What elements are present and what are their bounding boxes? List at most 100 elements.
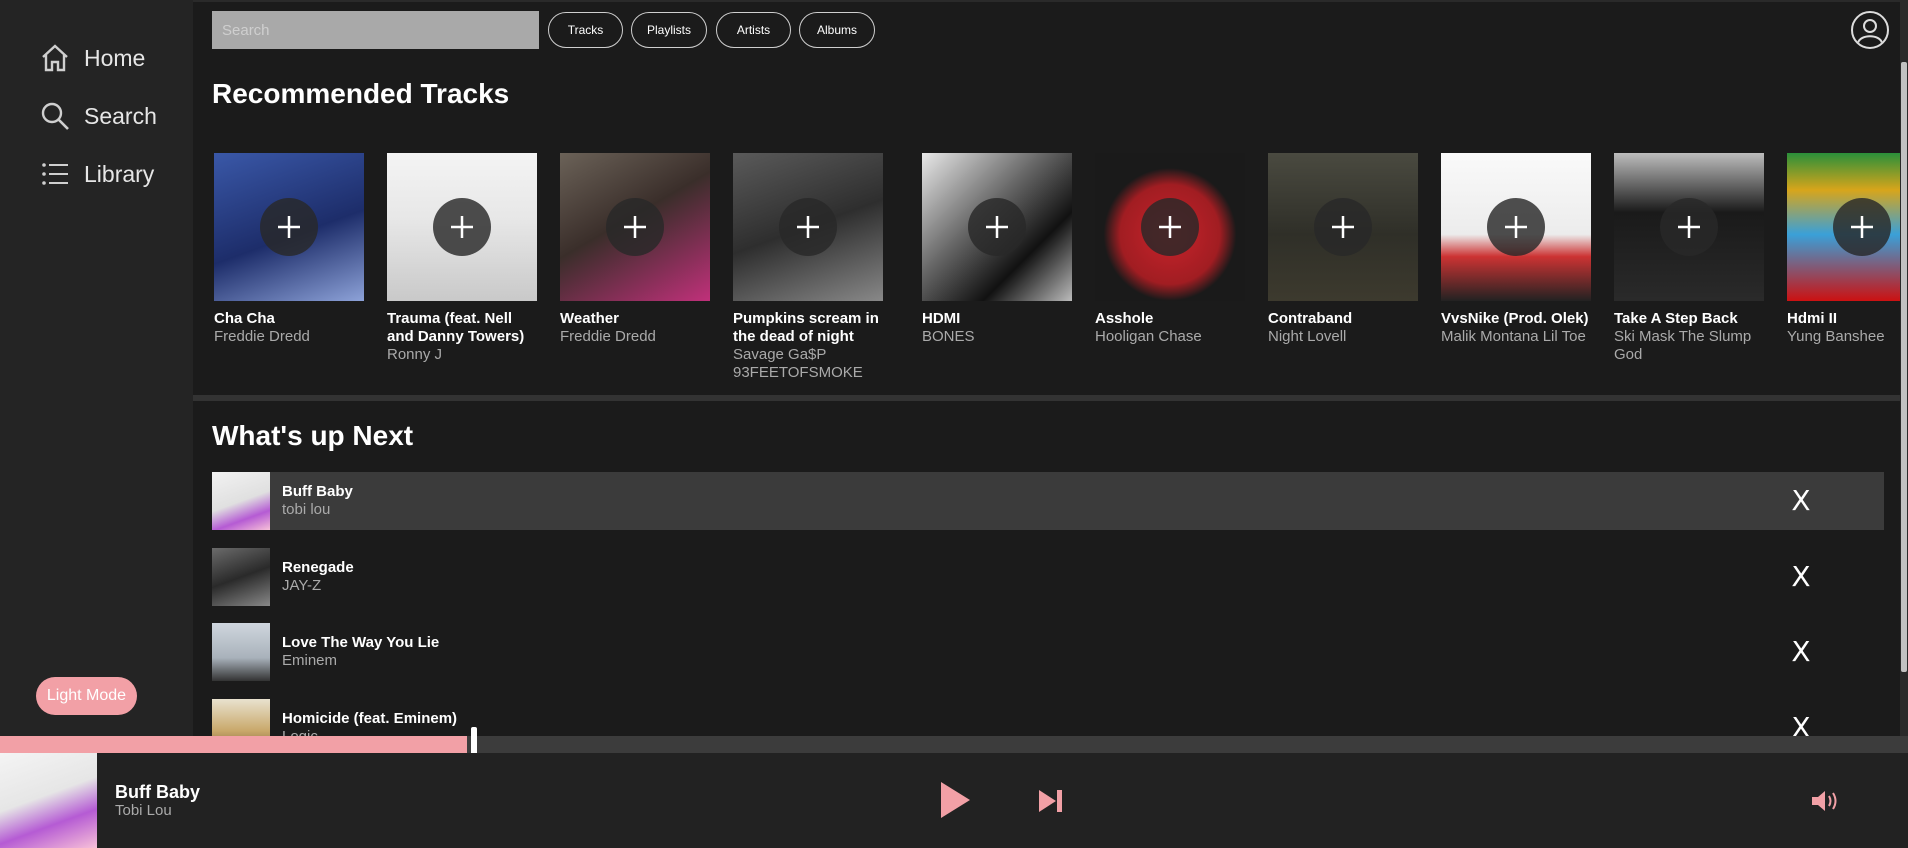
remove-button[interactable]: X	[1786, 633, 1816, 669]
album-cover	[214, 153, 364, 301]
home-icon	[38, 41, 72, 75]
now-playing-title: Buff Baby	[115, 782, 200, 802]
track-card[interactable]: Asshole Hooligan Chase	[1095, 153, 1245, 346]
recommended-tracks-list: Cha Cha Freddie Dredd Trauma (feat. Nell…	[214, 153, 1904, 393]
sidebar-item-search[interactable]: Search	[38, 96, 157, 136]
album-cover	[212, 548, 270, 606]
play-icon	[941, 782, 970, 818]
album-cover	[560, 153, 710, 301]
track-title: Hdmi II	[1787, 310, 1838, 327]
section-divider	[193, 395, 1908, 401]
track-artist: Yung Banshee	[1787, 328, 1885, 345]
remove-button[interactable]: X	[1786, 482, 1816, 518]
track-artist: Malik Montana Lil Toe	[1441, 328, 1586, 345]
add-icon[interactable]	[779, 198, 837, 256]
sidebar-item-library[interactable]: Library	[38, 154, 154, 194]
track-title: HDMI	[922, 310, 961, 327]
album-cover	[1095, 153, 1245, 301]
sidebar: Home Search Library Light Mode	[0, 0, 193, 740]
track-artist: Freddie Dredd	[214, 328, 310, 345]
album-cover	[1614, 153, 1764, 301]
track-card[interactable]: Weather Freddie Dredd	[560, 153, 710, 346]
filter-playlists-button[interactable]: Playlists	[631, 12, 707, 48]
remove-button[interactable]: X	[1786, 558, 1816, 594]
album-cover	[1268, 153, 1418, 301]
album-cover	[1441, 153, 1591, 301]
search-icon	[38, 99, 72, 133]
track-card[interactable]: Contraband Night Lovell	[1268, 153, 1418, 346]
filter-albums-button[interactable]: Albums	[799, 12, 875, 48]
filter-artists-button[interactable]: Artists	[716, 12, 791, 48]
track-artist: BONES	[922, 328, 975, 345]
track-artist: Hooligan Chase	[1095, 328, 1202, 345]
track-card[interactable]: VvsNike (Prod. Olek) Malik Montana Lil T…	[1441, 153, 1591, 346]
filter-tracks-button[interactable]: Tracks	[548, 12, 623, 48]
next-button[interactable]	[1037, 788, 1065, 814]
now-playing-artist: Tobi Lou	[115, 802, 172, 819]
track-title: Trauma (feat. Nell and Danny Towers)	[387, 310, 525, 345]
track-title: Asshole	[1095, 310, 1154, 327]
track-card[interactable]: Cha Cha Freddie Dredd	[214, 153, 364, 346]
album-cover	[922, 153, 1072, 301]
album-cover	[733, 153, 883, 301]
album-cover	[387, 153, 537, 301]
track-artist: Freddie Dredd	[560, 328, 656, 345]
add-icon[interactable]	[1660, 198, 1718, 256]
album-cover	[212, 623, 270, 681]
profile-button[interactable]	[1851, 11, 1889, 49]
track-card[interactable]: Take A Step Back Ski Mask The Slump God	[1614, 153, 1764, 364]
track-artist: Savage Ga$P 93FEETOFSMOKE	[733, 346, 863, 381]
add-icon[interactable]	[1314, 198, 1372, 256]
user-icon	[1857, 19, 1883, 44]
track-artist: Ski Mask The Slump God	[1614, 328, 1752, 363]
list-item[interactable]: Buff Baby tobi lou X	[212, 472, 1884, 530]
sidebar-item-label: Library	[84, 160, 155, 187]
track-title: Cha Cha	[214, 310, 275, 327]
track-artist: Ronny J	[387, 346, 443, 363]
skip-next-icon	[1039, 790, 1062, 812]
track-title: Take A Step Back	[1614, 310, 1738, 327]
track-title: VvsNike (Prod. Olek)	[1441, 310, 1589, 327]
add-icon[interactable]	[1487, 198, 1545, 256]
add-icon[interactable]	[433, 198, 491, 256]
now-playing-cover	[0, 753, 97, 848]
add-icon[interactable]	[1141, 198, 1199, 256]
list-item[interactable]: Love The Way You Lie Eminem X	[212, 623, 1884, 681]
play-button[interactable]	[937, 779, 973, 821]
section-title-recommended: Recommended Tracks	[212, 78, 510, 109]
album-cover	[1787, 153, 1904, 301]
track-title: Contraband	[1268, 310, 1353, 327]
track-title: Weather	[560, 310, 619, 327]
track-artist: Night Lovell	[1268, 328, 1347, 345]
queue-track-artist: Eminem	[282, 652, 338, 669]
track-title: Pumpkins scream in the dead of night	[733, 310, 879, 345]
divider	[193, 0, 1908, 2]
volume-button[interactable]	[1810, 787, 1842, 815]
queue-track-title: Buff Baby	[282, 483, 353, 500]
queue-track-title: Renegade	[282, 559, 354, 576]
sidebar-item-label: Home	[84, 44, 146, 71]
light-mode-button[interactable]: Light Mode	[36, 677, 137, 715]
add-icon[interactable]	[606, 198, 664, 256]
progress-fill	[0, 736, 467, 753]
queue-track-artist: tobi lou	[282, 501, 331, 518]
list-icon	[38, 157, 72, 191]
volume-icon	[1812, 791, 1837, 811]
sidebar-item-label: Search	[84, 102, 157, 129]
track-card[interactable]: Trauma (feat. Nell and Danny Towers) Ron…	[387, 153, 537, 364]
track-card[interactable]: Pumpkins scream in the dead of night Sav…	[733, 153, 883, 382]
add-icon[interactable]	[260, 198, 318, 256]
add-icon[interactable]	[1833, 198, 1891, 256]
track-card[interactable]: HDMI BONES	[922, 153, 1072, 346]
queue-track-title: Homicide (feat. Eminem)	[282, 710, 458, 727]
list-item[interactable]: Renegade JAY-Z X	[212, 548, 1884, 606]
scrollbar-thumb[interactable]	[1901, 62, 1907, 672]
queue-track-artist: JAY-Z	[282, 577, 322, 594]
sidebar-item-home[interactable]: Home	[38, 38, 145, 78]
section-title-up-next: What's up Next	[212, 420, 414, 451]
search-input[interactable]	[212, 11, 539, 49]
add-icon[interactable]	[968, 198, 1026, 256]
album-cover	[212, 472, 270, 530]
track-card[interactable]: Hdmi II Yung Banshee	[1787, 153, 1904, 346]
queue-track-title: Love The Way You Lie	[282, 634, 440, 651]
